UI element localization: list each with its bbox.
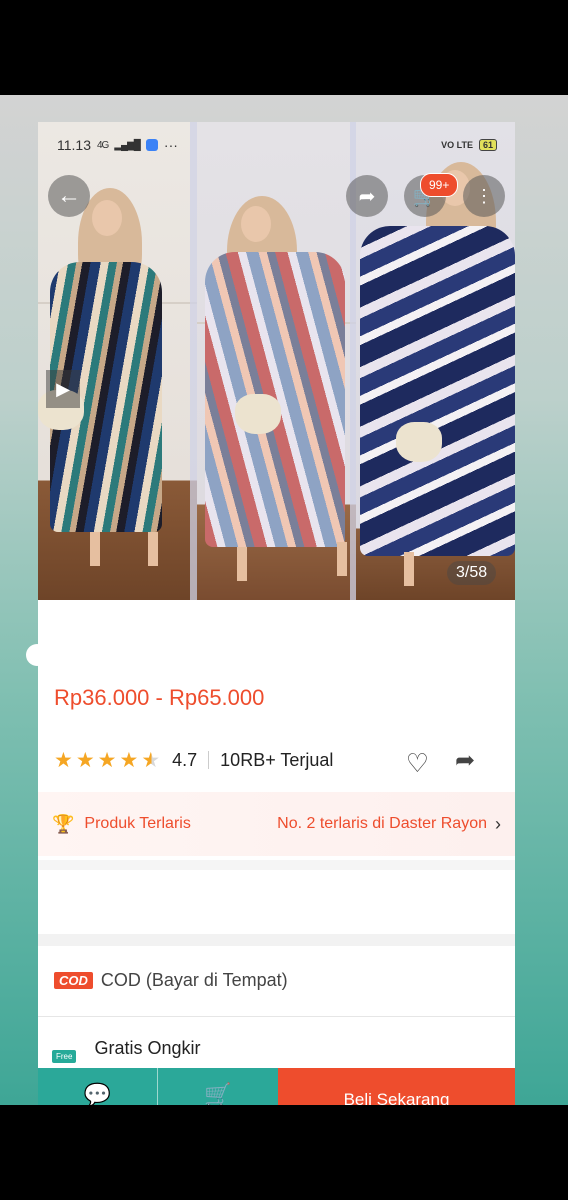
- status-bar: 11.13 4G ▂▄▆█ ··· VO LTE 61: [38, 122, 515, 168]
- divider: [208, 751, 210, 769]
- share-icon: ➦: [358, 185, 376, 208]
- bestseller-rank: No. 2 terlaris di Daster Rayon: [277, 815, 487, 832]
- star-half-icon: ★: [141, 748, 161, 772]
- phone-screen: 11.13 4G ▂▄▆█ ··· VO LTE 61 ← ➦ 🛒 99+ ⋮: [38, 122, 515, 1105]
- share-button[interactable]: ➦: [346, 175, 388, 217]
- arrow-left-icon: ←: [57, 182, 81, 209]
- price-range: Rp36.000 - Rp65.000: [54, 685, 265, 710]
- product-image-carousel[interactable]: 11.13 4G ▂▄▆█ ··· VO LTE 61 ← ➦ 🛒 99+ ⋮: [38, 122, 515, 600]
- cod-row[interactable]: COD COD (Bayar di Tempat): [54, 970, 288, 991]
- app-notification-icon: [145, 139, 158, 151]
- bestseller-banner[interactable]: 🏆 Produk Terlaris No. 2 terlaris di Dast…: [38, 792, 515, 856]
- free-shipping-badge: Free: [52, 1050, 77, 1063]
- star-icon: ★: [119, 748, 139, 772]
- sold-count: 10RB+ Terjual: [220, 749, 334, 770]
- play-video-button[interactable]: ▶: [46, 370, 80, 408]
- chat-button[interactable]: 💬: [38, 1068, 157, 1105]
- favorite-heart-icon[interactable]: ♡: [406, 748, 429, 779]
- free-shipping-text: Gratis Ongkir: [94, 1038, 201, 1058]
- cod-badge: COD: [54, 972, 93, 989]
- play-icon: ▶: [56, 378, 70, 399]
- add-to-cart-button[interactable]: 🛒: [157, 1068, 278, 1105]
- free-shipping-row[interactable]: Free Gratis Ongkir: [52, 1038, 200, 1063]
- share-product-icon[interactable]: ➦: [455, 746, 475, 775]
- star-icon: ★: [54, 748, 73, 772]
- screen-edge-dot: [26, 644, 48, 666]
- rating-row: ★ ★ ★ ★ ★ 4.7 10RB+ Terjual: [54, 745, 501, 775]
- buy-now-button[interactable]: Beli Sekarang: [278, 1068, 515, 1105]
- cod-text: COD (Bayar di Tempat): [100, 970, 288, 990]
- rating-stars: ★ ★ ★ ★ ★: [54, 748, 160, 773]
- chevron-right-icon: ›: [495, 813, 501, 834]
- image-counter: 3/58: [447, 561, 497, 585]
- product-photo-2: [197, 122, 356, 600]
- signal-icon: ▂▄▆█: [114, 139, 141, 151]
- star-icon: ★: [97, 748, 117, 772]
- bottom-action-bar: 💬 🛒 Beli Sekarang: [38, 1068, 515, 1105]
- volte-icon: VO LTE: [441, 140, 473, 150]
- battery-icon: 61: [478, 139, 497, 151]
- more-vertical-icon: ⋮: [475, 185, 493, 206]
- bestseller-label: Produk Terlaris: [84, 815, 191, 832]
- more-button[interactable]: ⋮: [463, 175, 505, 217]
- rating-value: 4.7: [172, 749, 198, 770]
- add-cart-icon: 🛒: [204, 1082, 232, 1105]
- network-type: 4G: [97, 139, 109, 151]
- back-button[interactable]: ←: [48, 175, 90, 217]
- row-divider: [38, 1016, 515, 1017]
- trophy-icon: 🏆: [52, 813, 75, 834]
- section-divider-2: [38, 934, 515, 946]
- section-divider: [38, 860, 515, 870]
- cart-badge: 99+: [420, 173, 459, 197]
- more-notifications: ···: [163, 137, 178, 153]
- star-icon: ★: [75, 748, 95, 772]
- status-time: 11.13: [57, 137, 91, 153]
- chat-icon: 💬: [83, 1082, 112, 1105]
